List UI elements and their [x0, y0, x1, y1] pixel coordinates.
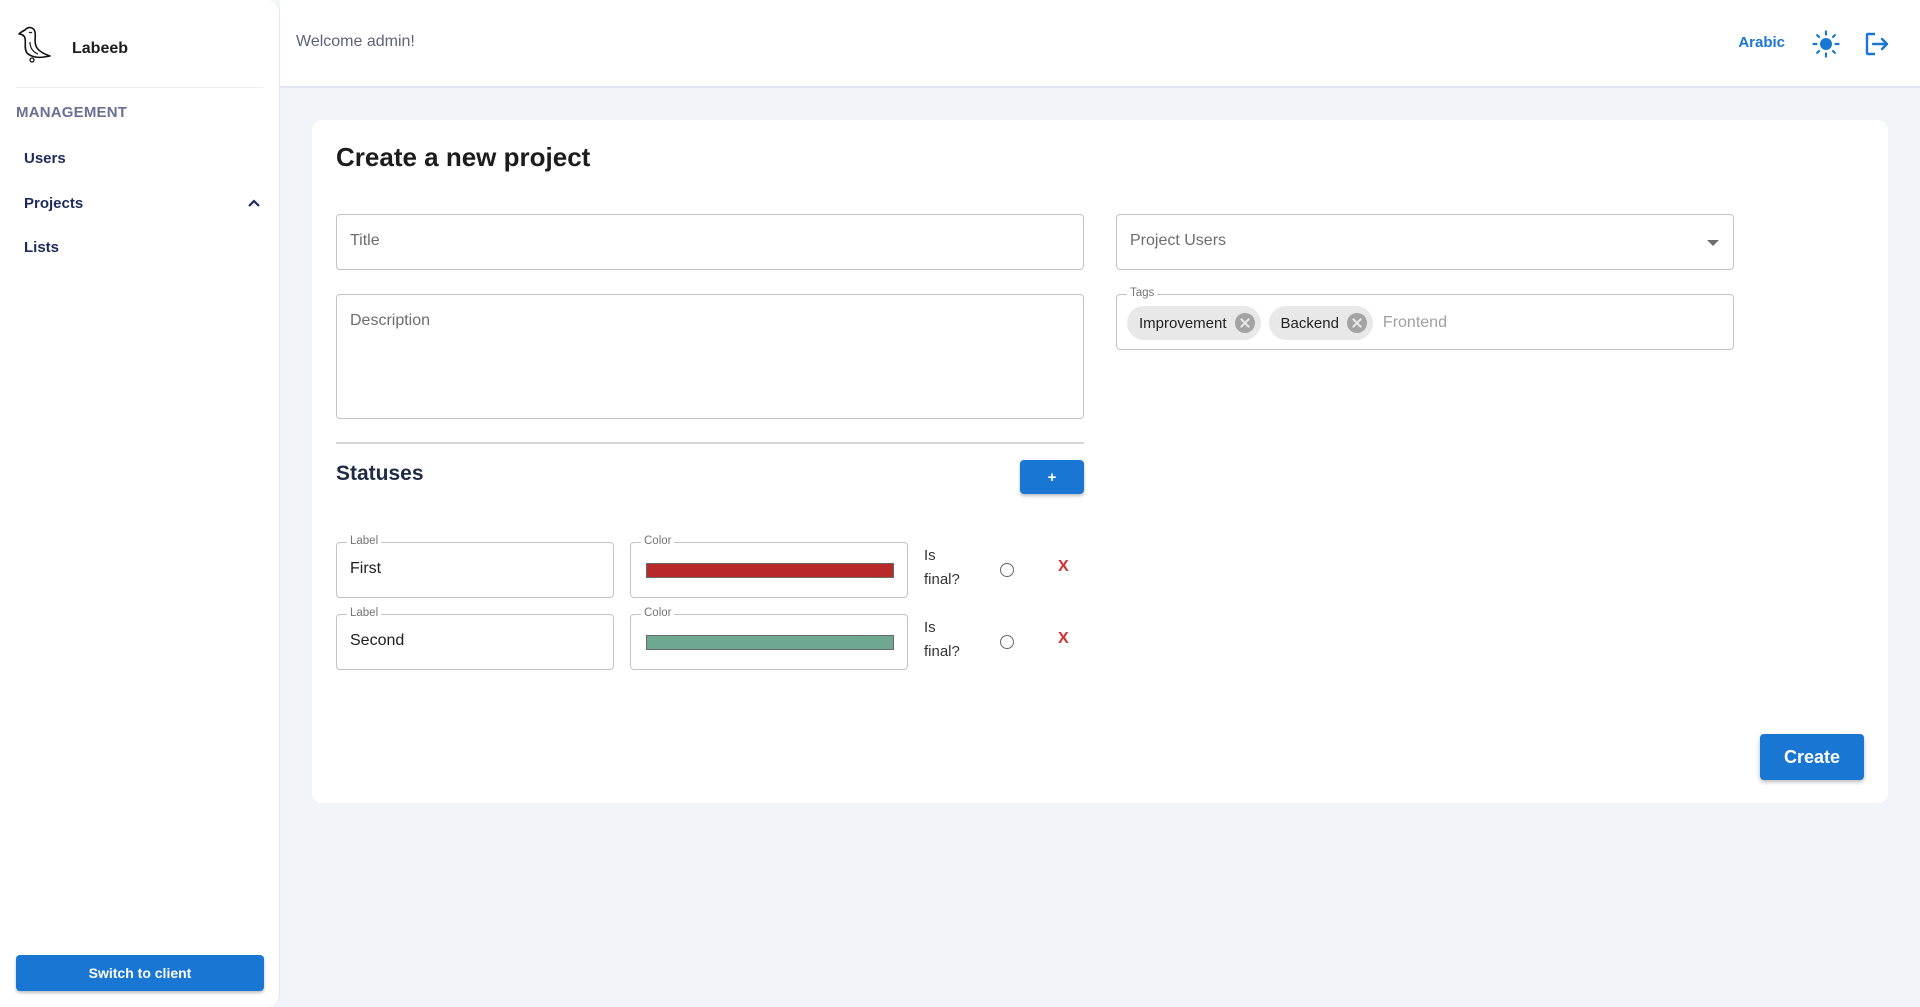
brand[interactable]: Labeeb — [16, 22, 128, 66]
sidebar-item-label: Users — [24, 149, 66, 167]
section-divider — [336, 442, 1084, 444]
is-final-radio[interactable] — [1000, 635, 1014, 649]
sun-icon[interactable] — [1812, 30, 1840, 58]
create-button[interactable]: Create — [1760, 734, 1864, 780]
sidebar-item-label: Lists — [24, 238, 60, 256]
tag-chip-label: Improvement — [1139, 314, 1227, 332]
switch-to-client-button[interactable]: Switch to client — [16, 955, 264, 991]
sidebar-item-lists[interactable]: Lists — [24, 233, 261, 261]
tag-chip-label: Backend — [1280, 314, 1339, 332]
page-title: Create a new project — [336, 142, 591, 172]
status-color-legend: Color — [641, 535, 675, 547]
status-color-legend: Color — [641, 607, 675, 619]
status-color-input[interactable]: Color — [630, 607, 908, 670]
delete-status-button[interactable]: X — [1058, 558, 1069, 576]
description-textarea[interactable]: Description — [336, 294, 1084, 419]
language-toggle-button[interactable]: Arabic — [1738, 34, 1785, 51]
logout-icon[interactable] — [1864, 31, 1890, 57]
title-input[interactable]: Title — [336, 214, 1084, 270]
chevron-up-icon[interactable] — [247, 196, 261, 210]
color-swatch[interactable] — [646, 635, 894, 650]
project-users-placeholder: Project Users — [1130, 232, 1227, 249]
statuses-heading: Statuses — [336, 462, 424, 485]
tag-chip[interactable]: Improvement — [1127, 306, 1261, 340]
top-header: Welcome admin! Arabic — [280, 0, 1920, 88]
welcome-message: Welcome admin! — [296, 33, 415, 50]
tag-input[interactable] — [1382, 314, 1583, 332]
remove-tag-icon[interactable] — [1346, 313, 1367, 333]
tags-input-field[interactable]: Tags Improvement Backend — [1116, 287, 1734, 350]
dropdown-arrow-icon[interactable] — [1707, 240, 1719, 246]
status-label-input[interactable]: Label Second — [336, 607, 614, 670]
project-users-select[interactable]: Project Users — [1116, 214, 1734, 270]
sidebar-item-projects[interactable]: Projects — [24, 189, 261, 217]
title-placeholder: Title — [350, 232, 380, 249]
sidebar-item-label: Projects — [24, 194, 84, 212]
tag-chip[interactable]: Backend — [1268, 306, 1373, 340]
sidebar-item-users[interactable]: Users — [24, 144, 261, 172]
add-status-button[interactable]: + — [1020, 460, 1084, 494]
app-name: Labeeb — [72, 40, 129, 57]
remove-tag-icon[interactable] — [1234, 313, 1255, 333]
is-final-label: Is final? — [924, 619, 960, 660]
create-project-card: Create a new project Title Description P… — [312, 120, 1888, 803]
is-final-radio[interactable] — [1000, 563, 1014, 577]
section-title-management: MANAGEMENT — [16, 104, 128, 121]
tag-chips: Improvement Backend — [1127, 306, 1583, 340]
status-label-value: Second — [350, 632, 405, 649]
status-color-input[interactable]: Color — [630, 535, 908, 598]
status-label-value: First — [350, 560, 382, 577]
description-placeholder: Description — [350, 312, 431, 329]
color-swatch[interactable] — [646, 563, 894, 578]
status-row: Label First Color Is final? X — [336, 535, 1096, 598]
bird-logo-icon — [18, 26, 51, 63]
sidebar: Labeeb MANAGEMENT Users Projects Lists S… — [0, 0, 280, 1007]
sidebar-divider — [16, 87, 263, 88]
is-final-label: Is final? — [924, 547, 960, 588]
tags-legend: Tags — [1127, 287, 1158, 299]
delete-status-button[interactable]: X — [1058, 630, 1069, 648]
status-label-legend: Label — [347, 535, 382, 547]
status-row: Label Second Color Is final? X — [336, 607, 1096, 670]
status-label-legend: Label — [347, 607, 382, 619]
status-label-input[interactable]: Label First — [336, 535, 614, 598]
